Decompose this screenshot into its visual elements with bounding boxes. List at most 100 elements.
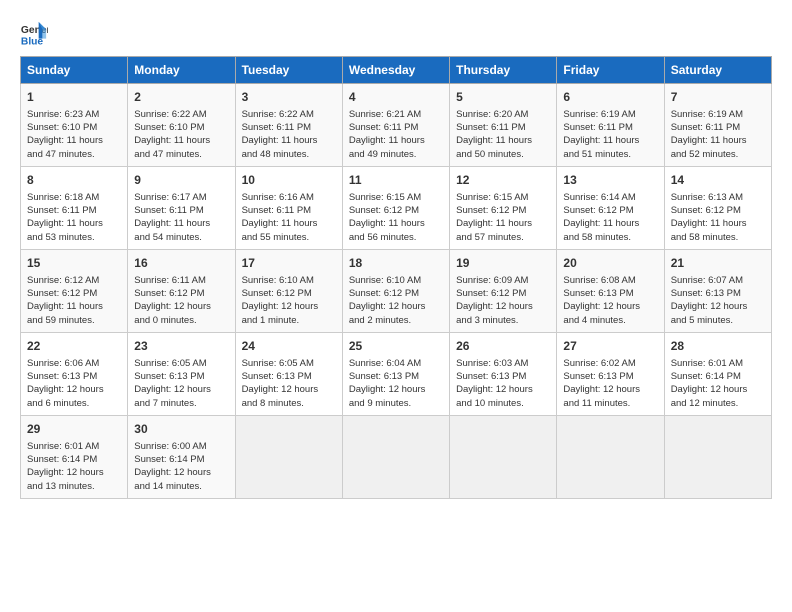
- day-info: Sunrise: 6:20 AM Sunset: 6:11 PM Dayligh…: [456, 108, 550, 161]
- day-number: 10: [242, 172, 336, 189]
- calendar-week-4: 22 Sunrise: 6:06 AM Sunset: 6:13 PM Dayli…: [21, 332, 772, 415]
- day-info: Sunrise: 6:14 AM Sunset: 6:12 PM Dayligh…: [563, 191, 657, 244]
- day-info: Sunrise: 6:00 AM Sunset: 6:14 PM Dayligh…: [134, 440, 228, 493]
- day-info: Sunrise: 6:08 AM Sunset: 6:13 PM Dayligh…: [563, 274, 657, 327]
- day-number: 13: [563, 172, 657, 189]
- day-number: 15: [27, 255, 121, 272]
- day-info: Sunrise: 6:01 AM Sunset: 6:14 PM Dayligh…: [27, 440, 121, 493]
- calendar-cell: 20 Sunrise: 6:08 AM Sunset: 6:13 PM Dayli…: [557, 249, 664, 332]
- day-info: Sunrise: 6:22 AM Sunset: 6:11 PM Dayligh…: [242, 108, 336, 161]
- day-number: 30: [134, 421, 228, 438]
- day-number: 6: [563, 89, 657, 106]
- calendar-cell: 10 Sunrise: 6:16 AM Sunset: 6:11 PM Dayli…: [235, 166, 342, 249]
- day-number: 25: [349, 338, 443, 355]
- calendar-cell: 3Sunrise: 6:22 AM Sunset: 6:11 PM Daylig…: [235, 84, 342, 167]
- calendar-cell: 27 Sunrise: 6:02 AM Sunset: 6:13 PM Dayli…: [557, 332, 664, 415]
- day-info: Sunrise: 6:06 AM Sunset: 6:13 PM Dayligh…: [27, 357, 121, 410]
- day-number: 23: [134, 338, 228, 355]
- calendar-week-3: 15 Sunrise: 6:12 AM Sunset: 6:12 PM Dayli…: [21, 249, 772, 332]
- day-number: 20: [563, 255, 657, 272]
- weekday-header-tuesday: Tuesday: [235, 57, 342, 84]
- day-number: 1: [27, 89, 121, 106]
- day-number: 24: [242, 338, 336, 355]
- weekday-header-wednesday: Wednesday: [342, 57, 449, 84]
- logo-icon: General Blue: [20, 20, 48, 48]
- day-info: Sunrise: 6:01 AM Sunset: 6:14 PM Dayligh…: [671, 357, 765, 410]
- calendar-week-1: 1 Sunrise: 6:23 AM Sunset: 6:10 PM Daylig…: [21, 84, 772, 167]
- calendar-cell: [235, 415, 342, 498]
- day-number: 11: [349, 172, 443, 189]
- weekday-header-thursday: Thursday: [450, 57, 557, 84]
- day-info: Sunrise: 6:05 AM Sunset: 6:13 PM Dayligh…: [242, 357, 336, 410]
- calendar-cell: [664, 415, 771, 498]
- calendar-cell: 2 Sunrise: 6:22 AM Sunset: 6:10 PM Daylig…: [128, 84, 235, 167]
- day-number: 16: [134, 255, 228, 272]
- calendar-cell: 22 Sunrise: 6:06 AM Sunset: 6:13 PM Dayli…: [21, 332, 128, 415]
- calendar-cell: 14Sunrise: 6:13 AM Sunset: 6:12 PM Dayli…: [664, 166, 771, 249]
- day-number: 12: [456, 172, 550, 189]
- day-info: Sunrise: 6:16 AM Sunset: 6:11 PM Dayligh…: [242, 191, 336, 244]
- day-info: Sunrise: 6:07 AM Sunset: 6:13 PM Dayligh…: [671, 274, 765, 327]
- day-number: 21: [671, 255, 765, 272]
- logo: General Blue: [20, 20, 52, 48]
- day-info: Sunrise: 6:12 AM Sunset: 6:12 PM Dayligh…: [27, 274, 121, 327]
- day-info: Sunrise: 6:19 AM Sunset: 6:11 PM Dayligh…: [563, 108, 657, 161]
- calendar-cell: 7Sunrise: 6:19 AM Sunset: 6:11 PM Daylig…: [664, 84, 771, 167]
- day-info: Sunrise: 6:15 AM Sunset: 6:12 PM Dayligh…: [456, 191, 550, 244]
- calendar-cell: 1 Sunrise: 6:23 AM Sunset: 6:10 PM Daylig…: [21, 84, 128, 167]
- calendar-cell: 8 Sunrise: 6:18 AM Sunset: 6:11 PM Daylig…: [21, 166, 128, 249]
- calendar-cell: 12 Sunrise: 6:15 AM Sunset: 6:12 PM Dayli…: [450, 166, 557, 249]
- day-info: Sunrise: 6:23 AM Sunset: 6:10 PM Dayligh…: [27, 108, 121, 161]
- calendar-week-5: 29 Sunrise: 6:01 AM Sunset: 6:14 PM Dayli…: [21, 415, 772, 498]
- day-info: Sunrise: 6:18 AM Sunset: 6:11 PM Dayligh…: [27, 191, 121, 244]
- day-info: Sunrise: 6:04 AM Sunset: 6:13 PM Dayligh…: [349, 357, 443, 410]
- calendar-cell: 25 Sunrise: 6:04 AM Sunset: 6:13 PM Dayli…: [342, 332, 449, 415]
- day-number: 8: [27, 172, 121, 189]
- calendar-cell: 11 Sunrise: 6:15 AM Sunset: 6:12 PM Dayli…: [342, 166, 449, 249]
- calendar-cell: 16 Sunrise: 6:11 AM Sunset: 6:12 PM Dayli…: [128, 249, 235, 332]
- day-info: Sunrise: 6:19 AM Sunset: 6:11 PM Dayligh…: [671, 108, 765, 161]
- calendar-cell: 17Sunrise: 6:10 AM Sunset: 6:12 PM Dayli…: [235, 249, 342, 332]
- day-info: Sunrise: 6:03 AM Sunset: 6:13 PM Dayligh…: [456, 357, 550, 410]
- page-header: General Blue: [20, 20, 772, 48]
- calendar-cell: 21 Sunrise: 6:07 AM Sunset: 6:13 PM Dayli…: [664, 249, 771, 332]
- calendar-cell: 29 Sunrise: 6:01 AM Sunset: 6:14 PM Dayli…: [21, 415, 128, 498]
- day-info: Sunrise: 6:13 AM Sunset: 6:12 PM Dayligh…: [671, 191, 765, 244]
- day-info: Sunrise: 6:05 AM Sunset: 6:13 PM Dayligh…: [134, 357, 228, 410]
- day-info: Sunrise: 6:21 AM Sunset: 6:11 PM Dayligh…: [349, 108, 443, 161]
- calendar-cell: 19 Sunrise: 6:09 AM Sunset: 6:12 PM Dayli…: [450, 249, 557, 332]
- day-number: 5: [456, 89, 550, 106]
- calendar-week-2: 8 Sunrise: 6:18 AM Sunset: 6:11 PM Daylig…: [21, 166, 772, 249]
- header-row: SundayMondayTuesdayWednesdayThursdayFrid…: [21, 57, 772, 84]
- day-info: Sunrise: 6:15 AM Sunset: 6:12 PM Dayligh…: [349, 191, 443, 244]
- day-number: 2: [134, 89, 228, 106]
- day-info: Sunrise: 6:11 AM Sunset: 6:12 PM Dayligh…: [134, 274, 228, 327]
- calendar-cell: 23 Sunrise: 6:05 AM Sunset: 6:13 PM Dayli…: [128, 332, 235, 415]
- day-number: 19: [456, 255, 550, 272]
- day-number: 22: [27, 338, 121, 355]
- weekday-header-monday: Monday: [128, 57, 235, 84]
- calendar-cell: 4 Sunrise: 6:21 AM Sunset: 6:11 PM Daylig…: [342, 84, 449, 167]
- day-number: 27: [563, 338, 657, 355]
- calendar-cell: 28Sunrise: 6:01 AM Sunset: 6:14 PM Dayli…: [664, 332, 771, 415]
- calendar-cell: 15 Sunrise: 6:12 AM Sunset: 6:12 PM Dayli…: [21, 249, 128, 332]
- weekday-header-sunday: Sunday: [21, 57, 128, 84]
- day-number: 9: [134, 172, 228, 189]
- calendar-cell: 5 Sunrise: 6:20 AM Sunset: 6:11 PM Daylig…: [450, 84, 557, 167]
- calendar-cell: 26Sunrise: 6:03 AM Sunset: 6:13 PM Dayli…: [450, 332, 557, 415]
- day-info: Sunrise: 6:22 AM Sunset: 6:10 PM Dayligh…: [134, 108, 228, 161]
- calendar-cell: [557, 415, 664, 498]
- day-number: 29: [27, 421, 121, 438]
- day-number: 18: [349, 255, 443, 272]
- calendar-cell: 18Sunrise: 6:10 AM Sunset: 6:12 PM Dayli…: [342, 249, 449, 332]
- calendar-cell: 9 Sunrise: 6:17 AM Sunset: 6:11 PM Daylig…: [128, 166, 235, 249]
- calendar-cell: 6 Sunrise: 6:19 AM Sunset: 6:11 PM Daylig…: [557, 84, 664, 167]
- calendar-cell: 30 Sunrise: 6:00 AM Sunset: 6:14 PM Dayli…: [128, 415, 235, 498]
- calendar-cell: [342, 415, 449, 498]
- day-number: 4: [349, 89, 443, 106]
- weekday-header-friday: Friday: [557, 57, 664, 84]
- weekday-header-saturday: Saturday: [664, 57, 771, 84]
- day-info: Sunrise: 6:09 AM Sunset: 6:12 PM Dayligh…: [456, 274, 550, 327]
- day-info: Sunrise: 6:17 AM Sunset: 6:11 PM Dayligh…: [134, 191, 228, 244]
- day-info: Sunrise: 6:02 AM Sunset: 6:13 PM Dayligh…: [563, 357, 657, 410]
